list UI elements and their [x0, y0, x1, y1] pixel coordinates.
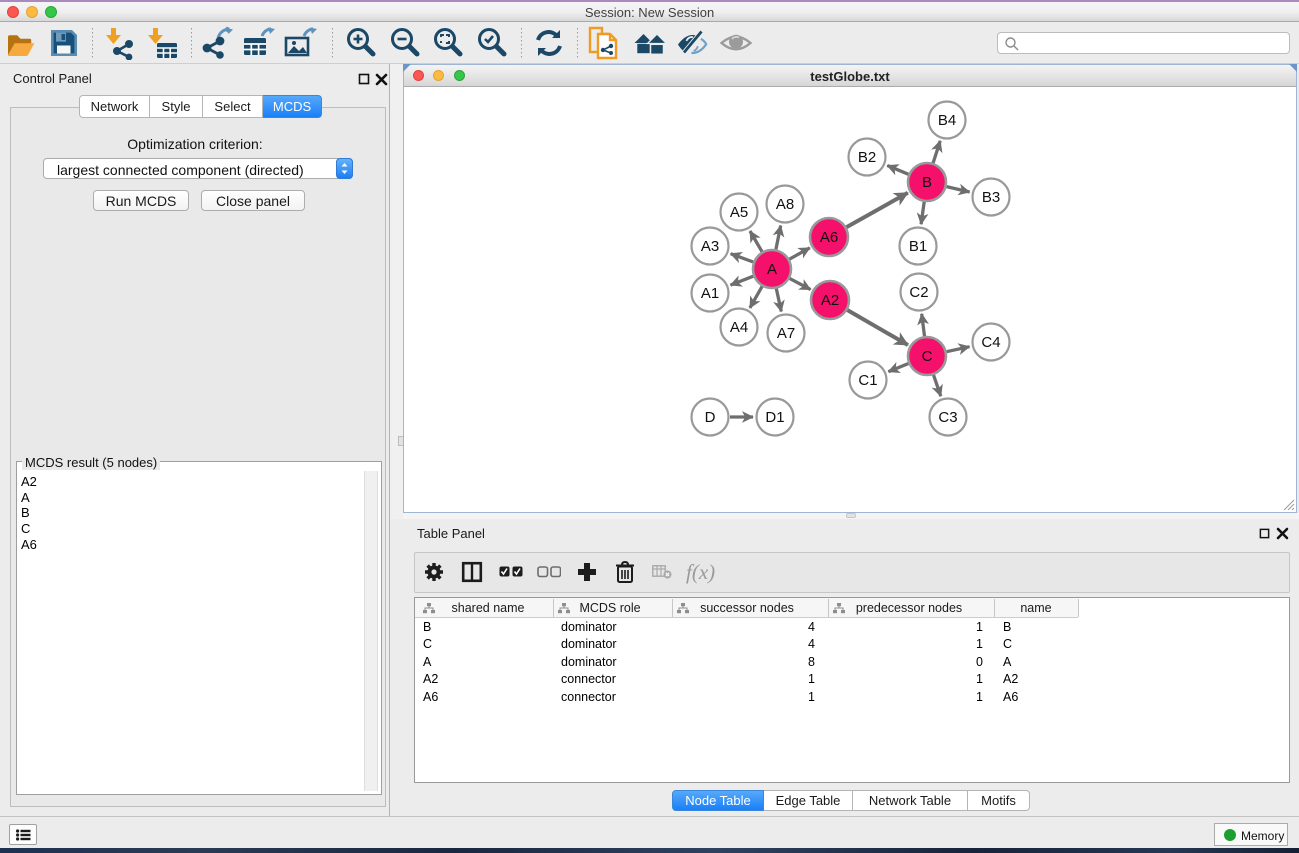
svg-text:A6: A6 — [820, 229, 838, 246]
svg-text:B: B — [922, 174, 932, 191]
svg-text:C: C — [922, 348, 933, 365]
svg-text:A: A — [767, 261, 777, 278]
svg-text:C3: C3 — [938, 409, 957, 426]
svg-text:D: D — [705, 409, 716, 426]
svg-text:C2: C2 — [909, 284, 928, 301]
svg-text:B3: B3 — [982, 189, 1000, 206]
svg-text:C4: C4 — [981, 334, 1000, 351]
svg-text:B2: B2 — [858, 149, 876, 166]
svg-text:B4: B4 — [938, 112, 956, 129]
svg-text:A2: A2 — [821, 292, 839, 309]
svg-text:A1: A1 — [701, 285, 719, 302]
svg-text:A7: A7 — [777, 325, 795, 342]
svg-text:D1: D1 — [765, 409, 784, 426]
svg-text:A4: A4 — [730, 319, 748, 336]
svg-text:C1: C1 — [858, 372, 877, 389]
svg-text:A8: A8 — [776, 196, 794, 213]
svg-text:A5: A5 — [730, 204, 748, 221]
svg-text:A3: A3 — [701, 238, 719, 255]
svg-text:B1: B1 — [909, 238, 927, 255]
